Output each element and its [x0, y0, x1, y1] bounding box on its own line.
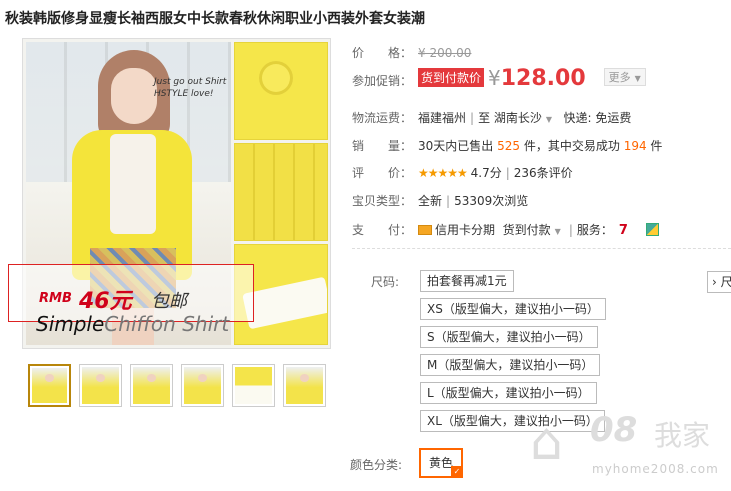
size-label: 尺码: — [371, 275, 400, 289]
view-count: 53309次浏览 — [454, 194, 529, 208]
shipping-fee: 快递: 免运费 — [563, 111, 632, 125]
type-label: 宝贝类型： — [352, 194, 413, 208]
size-option[interactable]: M（版型偏大，建议拍小一码） — [420, 354, 601, 376]
watermark-url: myhome2008.com — [592, 462, 719, 476]
color-option-label: 黄色 — [428, 456, 453, 470]
chevron-down-icon[interactable]: ▼ — [555, 227, 561, 236]
check-icon: ✓ — [451, 466, 463, 478]
sales-prefix: 30天内已售出 — [418, 139, 494, 153]
promo-label: 参加促销： — [352, 74, 413, 88]
thumbnail[interactable] — [130, 364, 173, 407]
thumbnail[interactable] — [79, 364, 122, 407]
original-price: ¥ 200.00 — [418, 46, 472, 60]
thumbnail[interactable] — [232, 364, 275, 407]
price-label: 价 格： — [352, 46, 413, 60]
handwritten-sign: Just go out Shirt HSTYLE love! — [154, 77, 227, 99]
product-title: 秋装韩版修身显瘦长袖西服女中长款春秋休闲职业小西装外套女装潮 — [5, 11, 425, 27]
color-option-selected[interactable]: 黄色 ✓ — [419, 448, 463, 478]
rating-stars: ★★★★★ — [418, 166, 468, 180]
size-option-more[interactable]: › 尺码 — [707, 271, 731, 293]
chevron-down-icon: ▼ — [634, 74, 641, 83]
ship-to-prefix: 至 — [478, 111, 491, 125]
seven-day-return-icon[interactable]: 7 — [619, 223, 628, 238]
thumbnail[interactable] — [181, 364, 224, 407]
promo-tag: 货到付款价 — [418, 68, 485, 87]
pay-label: 支 付： — [352, 223, 413, 237]
thumbnail[interactable] — [28, 364, 71, 407]
thumbnail[interactable] — [283, 364, 326, 407]
promo-free-shipping: 包邮 — [151, 291, 187, 312]
size-option[interactable]: L（版型偏大，建议拍小一码） — [420, 382, 597, 404]
detail-button-photo — [234, 42, 328, 140]
size-more-label: 尺码 — [721, 275, 731, 289]
rating-score: 4.7分 — [470, 166, 502, 180]
pay-cod-option[interactable]: 货到付款 — [503, 223, 551, 237]
pay-credit-option[interactable]: 信用卡分期 — [435, 223, 495, 237]
credit-card-icon — [418, 225, 432, 235]
chevron-down-icon[interactable]: ▼ — [546, 115, 552, 124]
currency-symbol: ¥ — [488, 66, 501, 90]
promo-price-value: 128.00 — [500, 66, 586, 91]
promo-price: 46元 — [79, 289, 132, 314]
sales-success: 194 — [623, 139, 647, 153]
type-value: 全新 — [418, 194, 443, 208]
size-option[interactable]: S（版型偏大，建议拍小一码） — [420, 326, 598, 348]
size-option[interactable]: 拍套餐再减1元 — [420, 270, 514, 292]
tagline-thin: Chiffon Shirt — [104, 312, 230, 336]
service-label: 服务： — [576, 223, 613, 237]
sales-label: 销 量： — [352, 139, 413, 153]
rating-count-link[interactable]: 236条评价 — [514, 166, 573, 180]
tagline-bold: Simple — [36, 312, 105, 336]
watermark-cn: 我家 — [654, 419, 711, 452]
ship-from: 福建福州 — [418, 111, 467, 125]
promo-rmb: RMB — [39, 291, 72, 306]
site-watermark: ⌂ 08 我家 myhome2008.com — [530, 410, 730, 490]
size-option[interactable]: XS（版型偏大，建议拍小一码） — [420, 298, 606, 320]
sales-mid: 件，其中交易成功 — [523, 139, 620, 153]
divider — [352, 248, 731, 249]
more-promotions-button[interactable]: 更多 ▼ — [603, 68, 646, 86]
promo-tagline: SimpleChiffon Shirt — [36, 312, 229, 336]
shipping-label: 物流运费： — [352, 111, 413, 125]
rating-label: 评 价： — [352, 166, 413, 180]
thumbnail-strip — [28, 364, 326, 407]
color-label: 颜色分类: — [350, 458, 403, 472]
chevron-right-icon: › — [712, 275, 717, 289]
more-label: 更多 — [608, 71, 631, 84]
detail-pleat-photo — [234, 143, 328, 241]
house-logo-icon: ⌂ — [530, 412, 564, 472]
sales-count: 525 — [497, 139, 521, 153]
sales-suffix: 件 — [650, 139, 663, 153]
guarantee-icon[interactable] — [645, 223, 659, 236]
watermark-number: 08 — [590, 410, 638, 450]
ship-to-select[interactable]: 湖南长沙 — [494, 111, 542, 125]
